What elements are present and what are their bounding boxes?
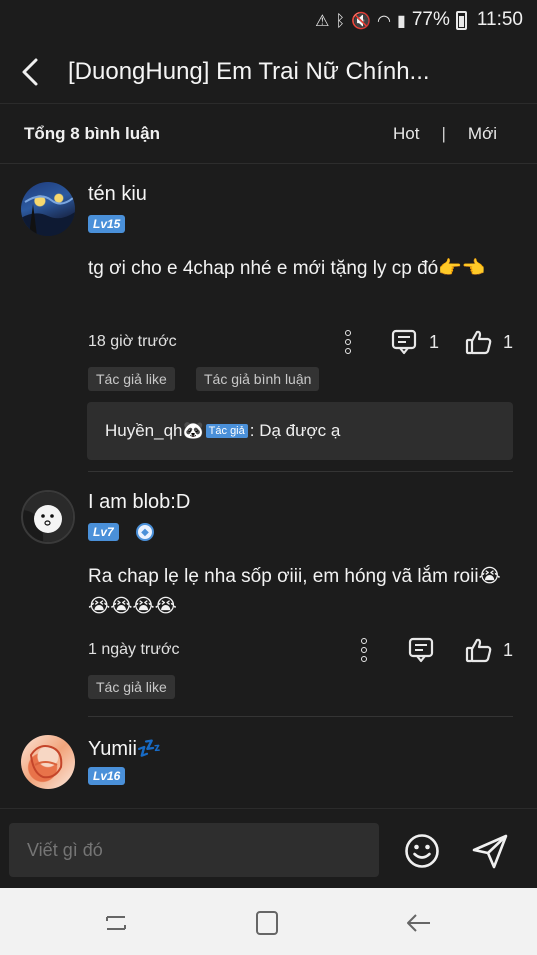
reply-text: : Dạ được ạ — [249, 421, 341, 440]
system-back-icon[interactable] — [404, 908, 434, 938]
avatar-artwork — [21, 195, 75, 236]
bluetooth-icon: ᛒ — [335, 10, 346, 30]
comment-text: tg ơi cho e 4chap nhé e mới tặng ly cp đ… — [88, 258, 486, 279]
emoji-button[interactable] — [404, 833, 440, 869]
sort-tabs: Hot | Mới — [393, 124, 497, 144]
clock: 11:50 — [476, 9, 523, 30]
comment-composer — [0, 808, 537, 888]
more-options-icon[interactable] — [357, 638, 371, 662]
divider — [88, 471, 513, 472]
thumbs-up-icon — [465, 638, 492, 663]
comment-username[interactable]: tén kiu — [88, 183, 147, 206]
comment-list[interactable]: tén kiu Lv15 tg ơi cho e 4chap nhé e mới… — [0, 164, 537, 808]
reply-button[interactable]: 1 — [391, 329, 439, 355]
thumbs-up-icon — [465, 330, 492, 355]
status-bar: ⚠ ᛒ 🔇 ◠ ▮ 77% 11:50 — [0, 0, 537, 40]
comment-summary: Tổng 8 bình luận Hot | Mới — [0, 104, 537, 164]
avatar-artwork — [29, 745, 63, 779]
achievement-badge-icon: ◆ — [136, 523, 154, 541]
comment-icon — [391, 329, 417, 355]
wifi-icon: ◠ — [377, 10, 392, 30]
author-badge: Tác giả — [205, 424, 248, 438]
sort-hot-tab[interactable]: Hot — [393, 124, 419, 144]
sort-new-tab[interactable]: Mới — [468, 124, 497, 144]
comment-count: Tổng 8 bình luận — [24, 123, 160, 143]
comment-time: 1 ngày trước — [88, 641, 180, 658]
mute-icon: 🔇 — [351, 10, 372, 30]
page-title: [DuongHung] Em Trai Nữ Chính... — [68, 57, 430, 85]
comment-username[interactable]: Yumii💤 — [88, 736, 162, 761]
avatar-artwork — [23, 492, 73, 542]
comment-input[interactable] — [9, 823, 379, 877]
battery-icon — [455, 10, 467, 30]
like-count: 1 — [503, 639, 514, 660]
top-bar: [DuongHung] Em Trai Nữ Chính... — [0, 40, 537, 104]
author-like-tag: Tác giả like — [88, 367, 175, 391]
chevron-left-icon — [22, 58, 38, 85]
system-nav-bar — [0, 888, 537, 955]
home-icon[interactable] — [252, 908, 282, 938]
level-badge: Lv7 — [88, 523, 119, 541]
send-icon — [472, 834, 508, 869]
sort-separator: | — [441, 123, 446, 143]
back-button[interactable] — [0, 40, 60, 104]
avatar[interactable] — [21, 735, 75, 789]
like-count: 1 — [503, 331, 514, 352]
smiley-icon — [405, 834, 439, 868]
avatar[interactable] — [21, 182, 75, 236]
divider — [88, 716, 513, 717]
reply-preview[interactable]: Huyền_qh🐼 Tác giả : Dạ được ạ — [87, 402, 513, 460]
send-button[interactable] — [470, 831, 510, 871]
comment-text: Ra chap lẹ lẹ nha sốp ơiii, em hóng vã l… — [88, 566, 501, 617]
level-badge: Lv15 — [88, 215, 126, 233]
avatar[interactable] — [21, 490, 75, 544]
reply-count: 1 — [429, 331, 440, 352]
recent-apps-icon[interactable] — [101, 908, 131, 938]
comment-time: 18 giờ trước — [88, 333, 177, 350]
level-badge: Lv16 — [88, 767, 126, 785]
author-comment-tag: Tác giả bình luận — [196, 367, 320, 391]
comment-username[interactable]: I am blob:D — [88, 491, 190, 514]
more-options-icon[interactable] — [341, 330, 355, 354]
battery-percent: 77% — [411, 9, 450, 30]
reply-button[interactable] — [408, 637, 434, 663]
reply-username[interactable]: Huyền_qh🐼 — [105, 421, 204, 441]
signal-icon: ▮ — [397, 10, 406, 30]
alert-icon: ⚠ — [315, 10, 330, 30]
like-button[interactable]: 1 — [465, 636, 513, 664]
like-button[interactable]: 1 — [465, 328, 513, 356]
author-like-tag: Tác giả like — [88, 675, 175, 699]
comment-icon — [408, 637, 434, 663]
